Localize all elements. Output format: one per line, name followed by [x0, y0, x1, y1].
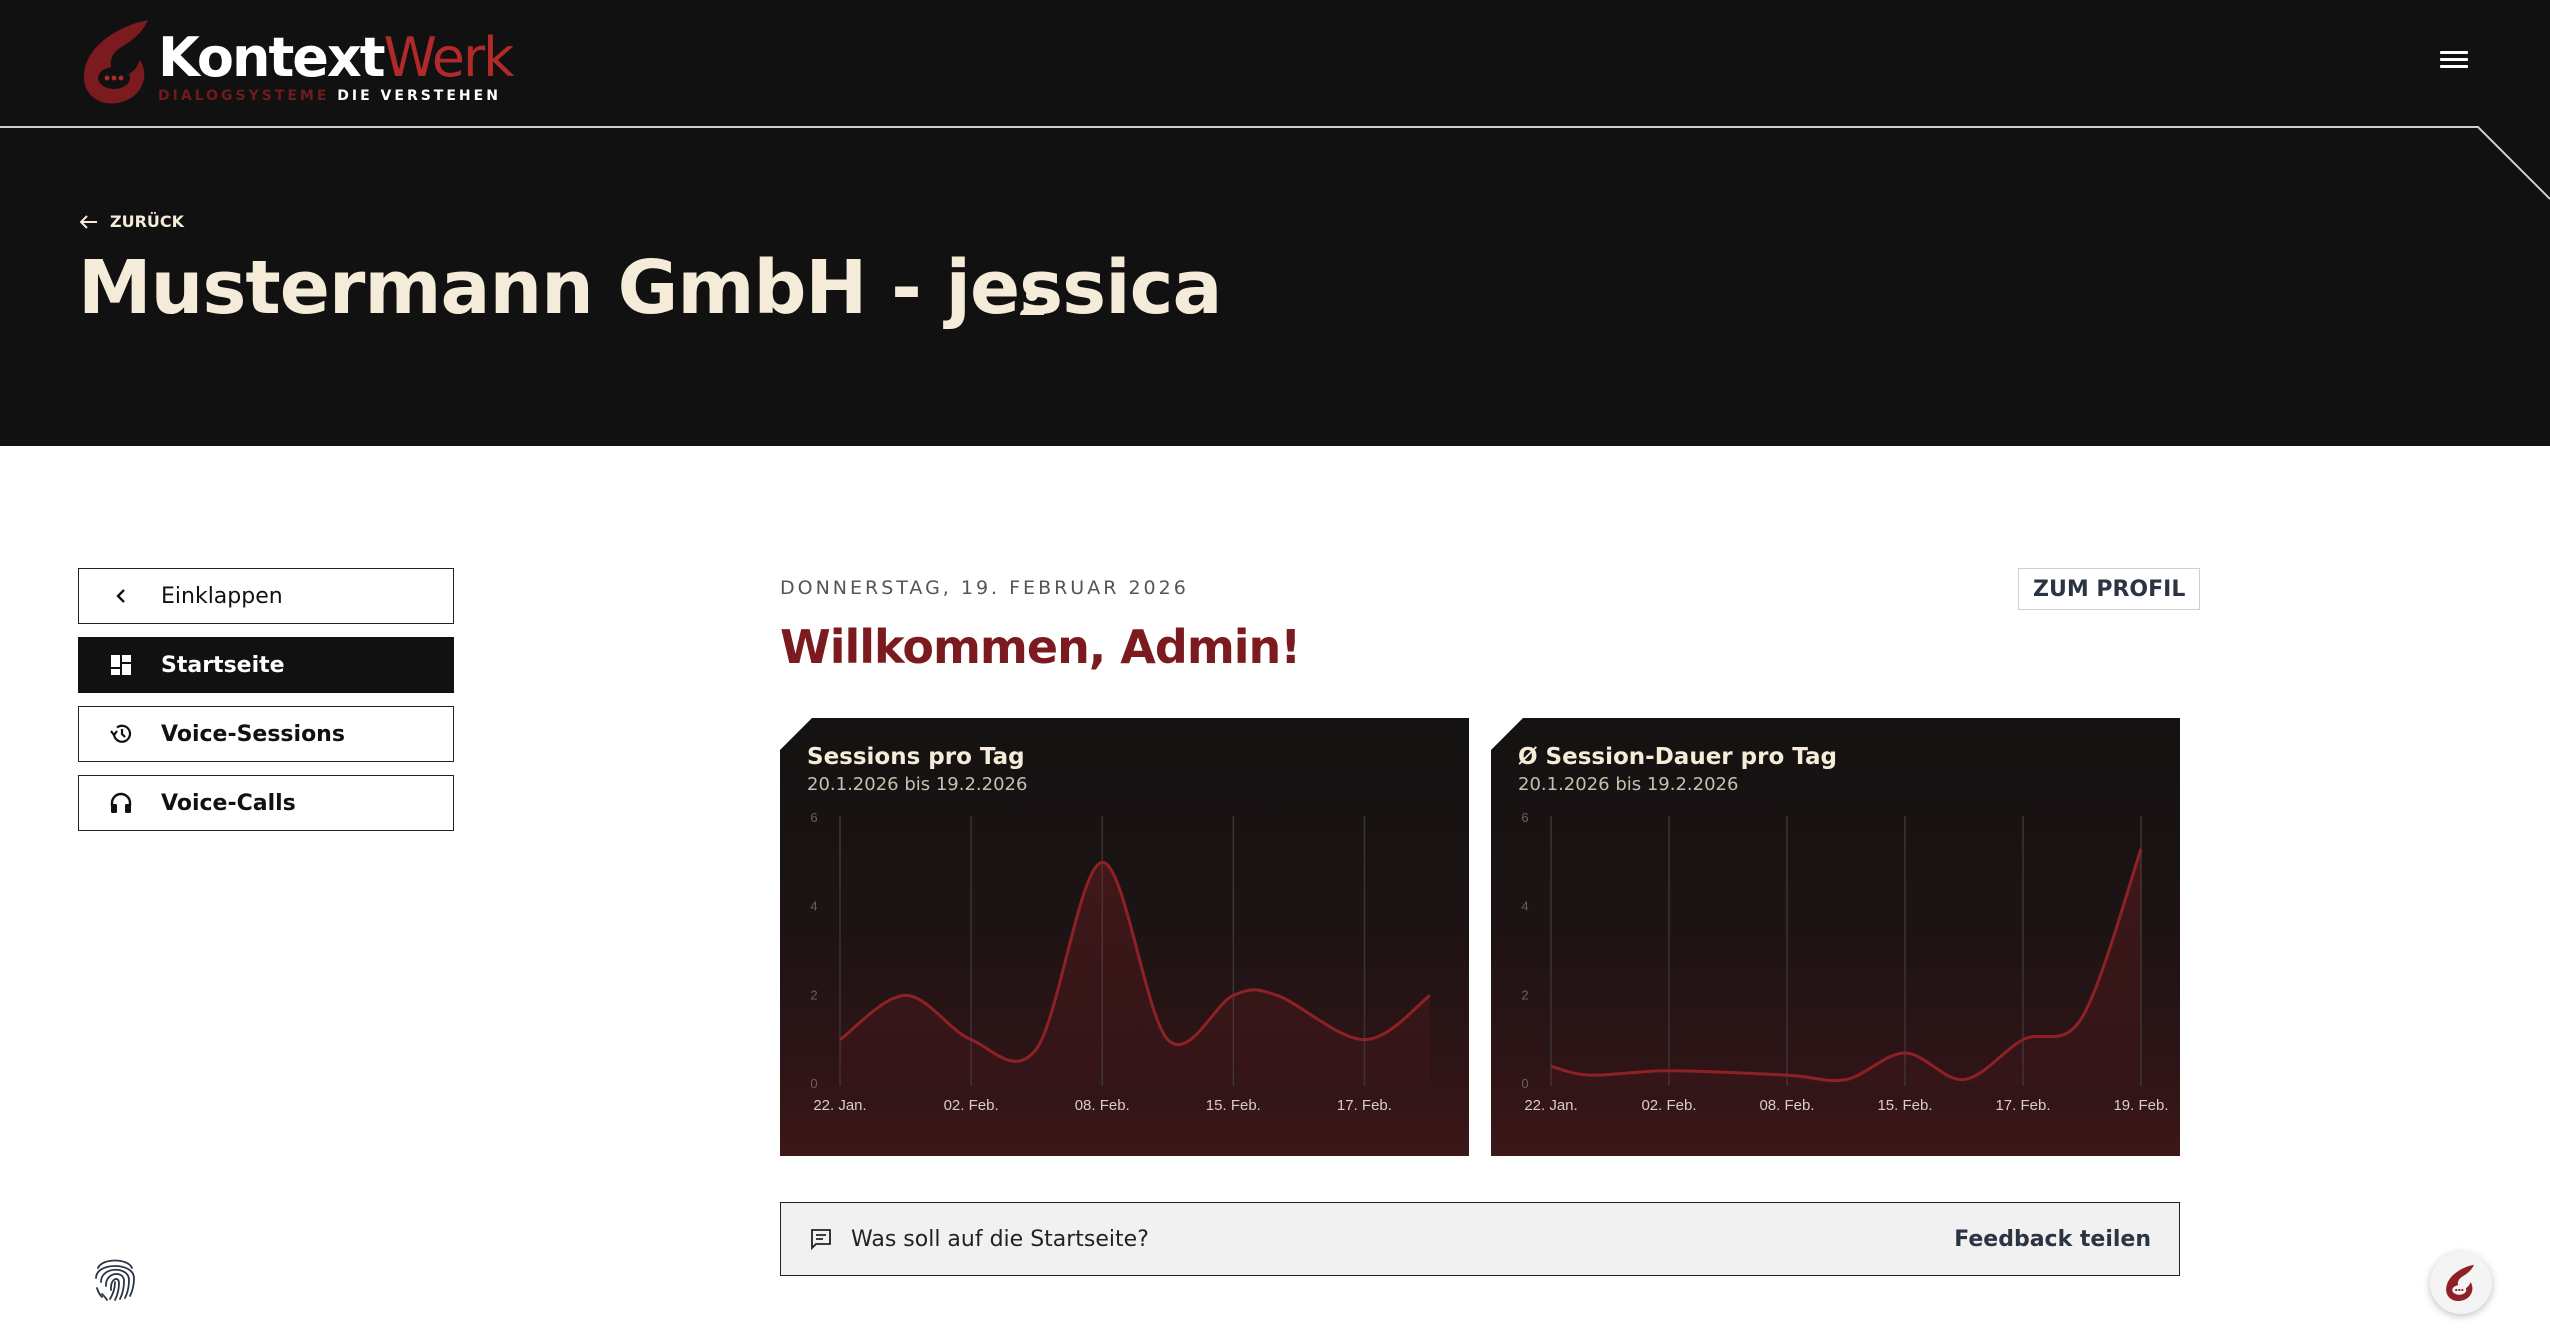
y-tick-label: 2	[810, 987, 817, 1002]
x-tick-label: 22. Jan.	[813, 1097, 866, 1114]
feedback-question: Was soll auf die Startseite?	[851, 1226, 1149, 1252]
y-tick-label: 6	[810, 810, 817, 825]
profile-button[interactable]: ZUM PROFIL	[2018, 568, 2201, 610]
x-tick-label: 08. Feb.	[1075, 1097, 1130, 1114]
hamburger-menu-icon[interactable]	[2440, 48, 2468, 72]
current-date: DONNERSTAG, 19. FEBRUAR 2026	[780, 577, 1189, 599]
sidebar-item-collapse[interactable]: Einklappen	[78, 568, 454, 624]
sidebar-nav: Einklappen Startseite Voice-Sessions Voi…	[78, 568, 454, 844]
brand-name: KontextWerk	[158, 26, 514, 89]
history-icon	[101, 723, 141, 745]
feedback-bar: Was soll auf die Startseite? Feedback te…	[780, 1202, 2180, 1276]
y-tick-label: 4	[1521, 899, 1528, 914]
y-tick-label: 2	[1521, 987, 1528, 1002]
x-tick-label: 15. Feb.	[1877, 1097, 1932, 1114]
sessions-chart: 0 2 4 6 22. Jan. 02. Feb. 08. Feb. 15. Feb. 17. …	[810, 810, 1431, 1114]
sidebar-item-voice-calls[interactable]: Voice-Calls	[78, 775, 454, 831]
back-link[interactable]: ZURÜCK	[80, 212, 184, 231]
chevron-left-icon	[101, 588, 141, 604]
session-duration-chart: 0 2 4 6 22. Jan. 02. Feb. 08. Feb. 15. Feb. 17. …	[1521, 810, 2168, 1114]
x-tick-label: 17. Feb.	[1337, 1097, 1392, 1114]
sidebar-item-voice-sessions[interactable]: Voice-Sessions	[78, 706, 454, 762]
chart-card-session-duration: Ø Session-Dauer pro Tag 20.1.2026 bis 19…	[1491, 718, 2180, 1156]
x-tick-label: 22. Jan.	[1524, 1097, 1577, 1114]
user-question-icon[interactable]: ?	[1018, 285, 1058, 319]
y-tick-label: 6	[1521, 810, 1528, 825]
flame-chat-icon	[2446, 1264, 2475, 1302]
chat-widget-button[interactable]	[2430, 1252, 2492, 1314]
sidebar-item-startseite[interactable]: Startseite	[78, 637, 454, 693]
chart-card-sessions: Sessions pro Tag 20.1.2026 bis 19.2.2026…	[780, 718, 1469, 1156]
arrow-left-icon	[80, 214, 97, 229]
x-tick-label: 19. Feb.	[2113, 1097, 2168, 1114]
welcome-heading: Willkommen, Admin!	[780, 620, 1301, 674]
sidebar-item-label: Einklappen	[161, 583, 283, 609]
feedback-share-button[interactable]: Feedback teilen	[1954, 1227, 2151, 1252]
x-tick-label: 17. Feb.	[1995, 1097, 2050, 1114]
sidebar-item-label: Voice-Sessions	[161, 721, 345, 747]
brand-tagline: DIALOGSYSTEME DIE VERSTEHEN	[158, 88, 501, 104]
series-area	[840, 862, 1430, 1084]
sidebar-item-label: Voice-Calls	[161, 790, 296, 816]
fingerprint-icon[interactable]	[88, 1248, 142, 1302]
back-label: ZURÜCK	[110, 212, 185, 231]
top-header: KontextWerk DIALOGSYSTEME DIE VERSTEHEN …	[0, 0, 2550, 446]
x-tick-label: 08. Feb.	[1759, 1097, 1814, 1114]
dashboard-icon	[101, 654, 141, 676]
y-tick-label: 4	[810, 899, 817, 914]
svg-text:?: ?	[1047, 290, 1056, 309]
y-tick-label: 0	[810, 1076, 817, 1091]
x-tick-label: 15. Feb.	[1206, 1097, 1261, 1114]
x-tick-label: 02. Feb.	[944, 1097, 999, 1114]
y-tick-label: 0	[1521, 1076, 1528, 1091]
brand-logo[interactable]: KontextWerk DIALOGSYSTEME DIE VERSTEHEN	[78, 16, 514, 112]
chat-message-icon	[811, 1229, 831, 1251]
flame-logo-icon	[83, 20, 148, 104]
sidebar-item-label: Startseite	[161, 652, 285, 678]
headset-icon	[101, 792, 141, 814]
series-area	[1551, 849, 2141, 1084]
x-tick-label: 02. Feb.	[1641, 1097, 1696, 1114]
